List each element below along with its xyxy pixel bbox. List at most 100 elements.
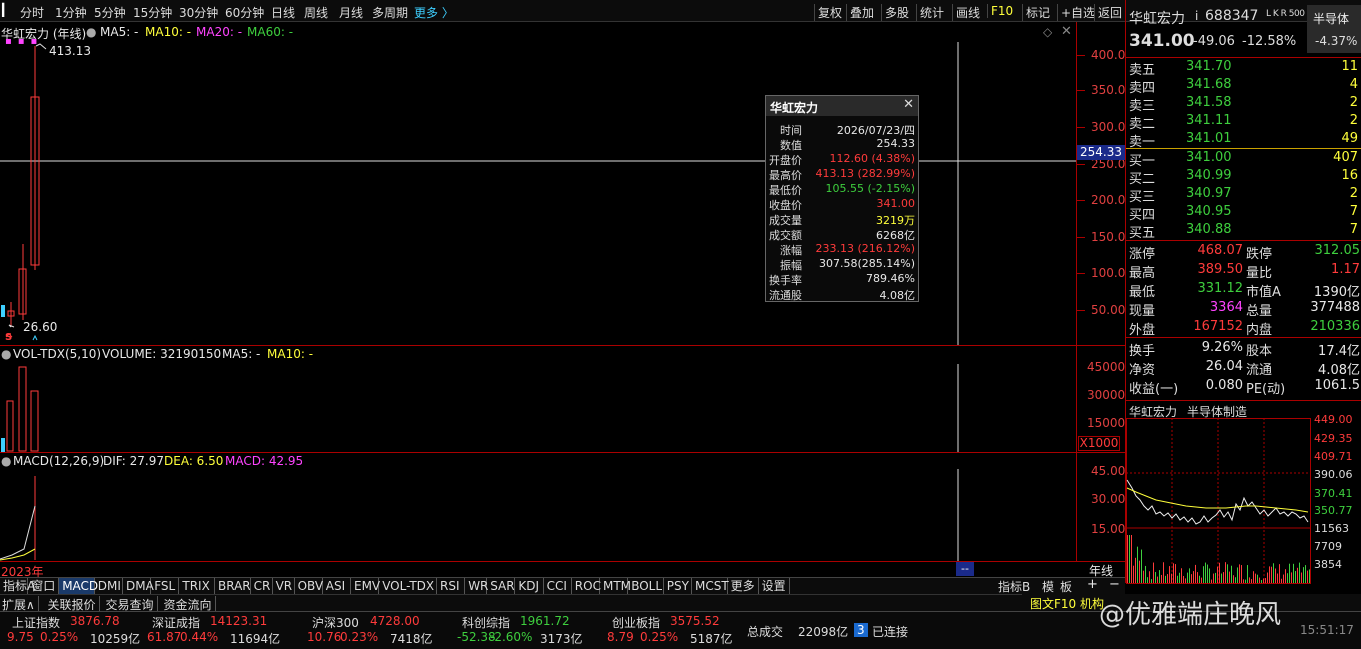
sector-button[interactable]: 半导体 [1313,10,1349,27]
period-tab-5[interactable]: 60分钟 [225,4,264,21]
mini-axis-tick: 449.00 [1314,413,1353,426]
indicator-tab-psy[interactable]: PSY [664,578,692,594]
bid-qty: 2 [1349,186,1358,201]
mini-vol-bar [1285,569,1286,583]
indicator-tab-boll[interactable]: BOLL [628,578,664,594]
indicator-tab-wr[interactable]: WR [465,578,488,594]
stat-label: 净资 [1129,363,1156,378]
price-axis-tick: 200.0 [1091,193,1126,207]
index-name[interactable]: 沪深300 [312,614,359,631]
tick-mark [1077,90,1085,91]
ask-level-label: 卖四 [1129,81,1156,96]
collapse-icon[interactable]: ▎ [2,3,11,17]
indicator-tab-sar[interactable]: SAR [487,578,516,594]
mini-vol-bar [1219,562,1220,583]
price-axis-tick: 350.0 [1091,83,1126,97]
indicator-tab-cr[interactable]: CR [251,578,273,594]
mini-vol-bar [1131,535,1132,583]
mini-vol-bar [1237,567,1238,583]
period-tab-7[interactable]: 周线 [304,4,328,21]
indicator-tab-vol-tdx[interactable]: VOL-TDX [379,578,437,594]
mini-vol-bar [1137,546,1138,583]
stat-value: 210336 [1310,319,1360,334]
indicator-right-tabs: 指标B 模板 [994,577,1125,594]
indicator-tab-dmi[interactable]: DMI [95,578,123,594]
indicator-tab-kdj[interactable]: KDJ [515,578,544,594]
indicator-tab-macd[interactable]: MACD [59,578,98,594]
period-tab-3[interactable]: 15分钟 [133,4,172,21]
indicator-tab-roc[interactable]: ROC [572,578,601,594]
period-tab-4[interactable]: 30分钟 [179,4,218,21]
index-name[interactable]: 深证成指 [152,614,200,631]
mini-vol-bar [1169,566,1170,583]
period-tab-0[interactable]: 分时 [20,4,44,21]
connection-status[interactable]: 已连接 [872,623,908,640]
right-tab-0[interactable]: 图文F10 [1030,595,1076,612]
tool-button-0[interactable]: 复权 [814,4,842,21]
index-name[interactable]: 上证指数 [12,614,60,631]
indicator-tab-窗口[interactable]: 窗口 [28,578,60,594]
tool-button-7[interactable]: +自选 [1057,4,1095,21]
tooltip-close-icon[interactable]: ✕ [903,97,914,112]
zoom-out-icon[interactable]: − [1109,577,1120,592]
tooltip-value: 105.55 (-2.15%) [825,182,915,195]
index-name[interactable]: 科创综指 [462,614,510,631]
period-tab-1[interactable]: 1分钟 [55,4,87,21]
stat-label: 股本 [1246,344,1273,359]
indicator-tab-更多[interactable]: 更多 [728,578,759,594]
indicator-tab-trix[interactable]: TRIX [179,578,215,594]
stat-value: 468.07 [1197,243,1244,258]
high-price-label: 413.13 [49,44,91,58]
tooltip-value: 341.00 [876,197,916,210]
price-axis-tick: 150.0 [1091,230,1126,244]
tool-button-3[interactable]: 统计 [916,4,944,21]
tooltip-value: 254.33 [876,137,916,150]
mini-vol-bar [1261,579,1262,583]
tool-button-6[interactable]: 标记 [1022,4,1050,21]
mini-vol-bar [1309,569,1310,583]
indicator-tab-rsi[interactable]: RSI [437,578,466,594]
mini-vol-bar [1135,557,1136,583]
mini-axis-tick: 350.77 [1314,504,1353,517]
indicator-right-tab-1[interactable]: 模 [1042,578,1054,595]
indicator-tab-obv[interactable]: OBV [295,578,323,594]
s-marker: S [5,332,13,343]
index-value: 3876.78 [70,614,120,628]
indicator-right-tab-2[interactable]: 板 [1060,578,1072,595]
volume-chart[interactable] [0,346,1076,452]
bid-qty: 16 [1341,168,1358,183]
info-icon[interactable]: i [1195,9,1198,23]
indicator-tab-brar[interactable]: BRAR [215,578,251,594]
tool-button-2[interactable]: 多股 [881,4,909,21]
tool-button-4[interactable]: 画线 [952,4,980,21]
period-tab-10[interactable]: 更多 〉 [414,4,454,21]
tool-button-8[interactable]: 返回 [1094,4,1122,21]
bid-price: 340.97 [1186,186,1232,201]
period-tab-9[interactable]: 多周期 [372,4,408,21]
indicator-tab-mcst[interactable]: MCST [692,578,729,594]
index-name[interactable]: 创业板指 [612,614,660,631]
period-tab-2[interactable]: 5分钟 [94,4,126,21]
indicator-tab-指标a[interactable]: 指标A [0,578,35,594]
indicator-tab-cci[interactable]: CCI [544,578,572,594]
indicator-tab-fsl[interactable]: FSL [151,578,180,594]
indicator-tab-emv[interactable]: EMV [351,578,380,594]
indicator-tab-设置[interactable]: 设置 [759,578,790,594]
mini-vol-bar [1193,571,1194,583]
tool-button-1[interactable]: 叠加 [846,4,874,21]
indicator-tab-vr[interactable]: VR [273,578,295,594]
mini-vol-bar [1295,571,1296,583]
period-tab-6[interactable]: 日线 [271,4,295,21]
period-tab-8[interactable]: 月线 [339,4,363,21]
indicator-tab-dma[interactable]: DMA [123,578,154,594]
ask-level-label: 卖三 [1129,99,1156,114]
intraday-mini-chart[interactable] [1126,418,1311,584]
tooltip-value: 6268亿 [876,229,915,242]
macd-chart[interactable] [0,453,1076,561]
indicator-tab-mtm[interactable]: MTM [600,578,631,594]
indicator-tab-asi[interactable]: ASI [323,578,351,594]
indicator-right-tab-0[interactable]: 指标B [998,578,1030,595]
zoom-in-icon[interactable]: + [1087,577,1098,592]
tool-button-5[interactable]: F10 [987,4,1013,18]
bid-qty: 407 [1333,150,1358,165]
